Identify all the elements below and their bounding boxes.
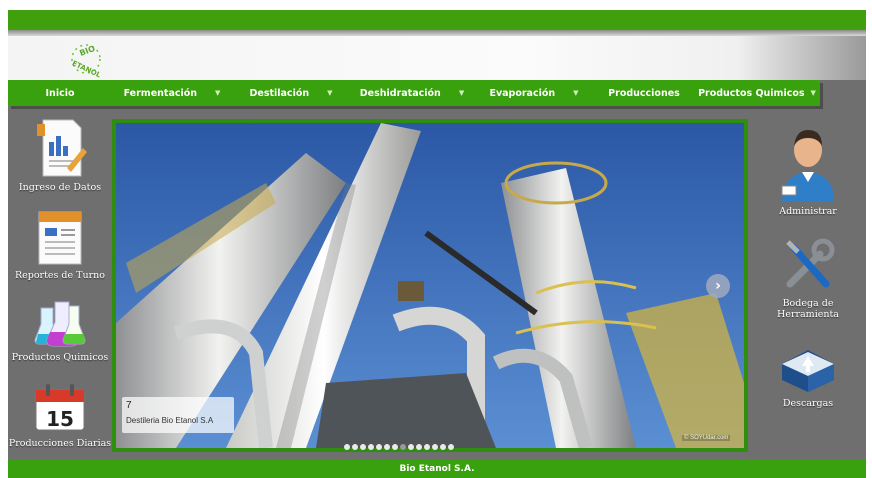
nav-item-evaporacion[interactable]: Evaporación ▼ <box>474 80 594 106</box>
report-sheet-icon <box>38 211 82 265</box>
download-box-icon <box>782 350 834 392</box>
slider-dot[interactable] <box>344 444 350 450</box>
slider-pagination <box>344 444 454 454</box>
nav-item-label: Productos Quimicos <box>698 87 805 99</box>
nav-item-fermentacion[interactable]: Fermentación ▼ <box>112 80 232 106</box>
dropdown-arrow-icon: ▼ <box>458 89 465 97</box>
slide-image: 7 Destileria Bio Etanol S.A › © SOYUdar.… <box>116 123 744 448</box>
dropdown-arrow-icon: ▼ <box>327 89 333 97</box>
nav-item-label: Producciones <box>608 87 680 99</box>
image-slider: 7 Destileria Bio Etanol S.A › © SOYUdar.… <box>112 119 748 452</box>
user-admin-icon <box>781 130 834 202</box>
dropdown-arrow-icon: ▼ <box>215 89 221 97</box>
calendar-icon: 15 <box>35 384 85 431</box>
nav-item-label: Fermentación <box>123 87 198 99</box>
app-frame: BIO ETANOL Inicio Fermentación ▼ Destila… <box>8 10 866 478</box>
sidebar-item-label: Ingreso de Datos <box>18 182 102 193</box>
sidebar-item-label: Administrar <box>779 206 837 217</box>
nav-item-label: Deshidratación <box>359 87 441 99</box>
nav-item-label: Destilación <box>249 87 310 99</box>
chemistry-flasks-icon <box>34 301 86 347</box>
sidebar-item-productos-quimicos[interactable]: Productos Quimicos <box>8 294 112 363</box>
slider-dot[interactable] <box>408 444 414 450</box>
sidebar-item-descargas[interactable]: Descargas <box>756 342 860 409</box>
tools-icon <box>786 238 835 288</box>
sidebar-item-label-line2: Herramienta <box>777 309 839 320</box>
header-band: BIO ETANOL <box>8 36 866 80</box>
slider-dot[interactable] <box>352 444 358 450</box>
calendar-day-number: 15 <box>46 407 74 431</box>
sidebar-item-label-line1: Bodega de <box>782 298 834 309</box>
slider-dot[interactable] <box>424 444 430 450</box>
slide-caption: 7 Destileria Bio Etanol S.A <box>122 397 234 433</box>
nav-item-label: Inicio <box>45 87 75 99</box>
slider-dot[interactable] <box>440 444 446 450</box>
left-sidebar: Ingreso de Datos Reportes de Turno Produ… <box>8 114 112 454</box>
bio-etanol-logo-icon[interactable]: BIO ETANOL <box>58 37 114 81</box>
nav-item-inicio[interactable]: Inicio <box>8 80 112 106</box>
sidebar-item-label: Producciones Diarias <box>8 438 112 449</box>
nav-item-productos-quimicos[interactable]: Productos Quimicos ▼ <box>694 80 820 106</box>
sidebar-item-ingreso-de-datos[interactable]: Ingreso de Datos <box>8 118 112 193</box>
dropdown-arrow-icon: ▼ <box>810 89 816 97</box>
slider-dot[interactable] <box>416 444 422 450</box>
slide-caption-text: Destileria Bio Etanol S.A <box>126 416 214 425</box>
slider-dot[interactable] <box>400 444 406 450</box>
chart-report-icon <box>37 119 87 177</box>
slider-dot[interactable] <box>432 444 438 450</box>
nav-item-producciones[interactable]: Producciones <box>594 80 694 106</box>
logo-text-bottom: ETANOL <box>71 59 103 79</box>
footer: Bio Etanol S.A. <box>8 460 866 478</box>
right-sidebar: Administrar Bodega de Herramienta Descar… <box>750 114 866 454</box>
slider-dot[interactable] <box>376 444 382 450</box>
slider-dot[interactable] <box>360 444 366 450</box>
sidebar-item-producciones-diarias[interactable]: 15 Producciones Diarias <box>8 382 112 449</box>
slide-number: 7 <box>126 400 132 411</box>
slider-dot[interactable] <box>392 444 398 450</box>
sidebar-item-label: Descargas <box>782 398 834 409</box>
sidebar-item-administrar[interactable]: Administrar <box>756 120 860 217</box>
slider-dot[interactable] <box>384 444 390 450</box>
slider-next-button[interactable]: › <box>706 274 730 298</box>
footer-text: Bio Etanol S.A. <box>399 464 475 474</box>
main-nav: Inicio Fermentación ▼ Destilación ▼ Desh… <box>8 80 820 106</box>
nav-item-label: Evaporación <box>489 87 556 99</box>
slider-dot[interactable] <box>368 444 374 450</box>
chevron-right-icon: › <box>715 278 721 294</box>
nav-item-destilacion[interactable]: Destilación ▼ <box>232 80 350 106</box>
slider-dot[interactable] <box>448 444 454 450</box>
sidebar-item-label: Productos Quimicos <box>11 352 109 363</box>
photo-watermark: © SOYUdar.com <box>682 435 731 441</box>
sidebar-item-bodega-herramienta[interactable]: Bodega de Herramienta <box>756 238 860 320</box>
dropdown-arrow-icon: ▼ <box>573 89 579 97</box>
sidebar-item-reportes-de-turno[interactable]: Reportes de Turno <box>8 206 112 281</box>
nav-item-deshidratacion[interactable]: Deshidratación ▼ <box>350 80 474 106</box>
top-green-bar <box>8 10 866 30</box>
sidebar-item-label: Reportes de Turno <box>14 270 105 281</box>
